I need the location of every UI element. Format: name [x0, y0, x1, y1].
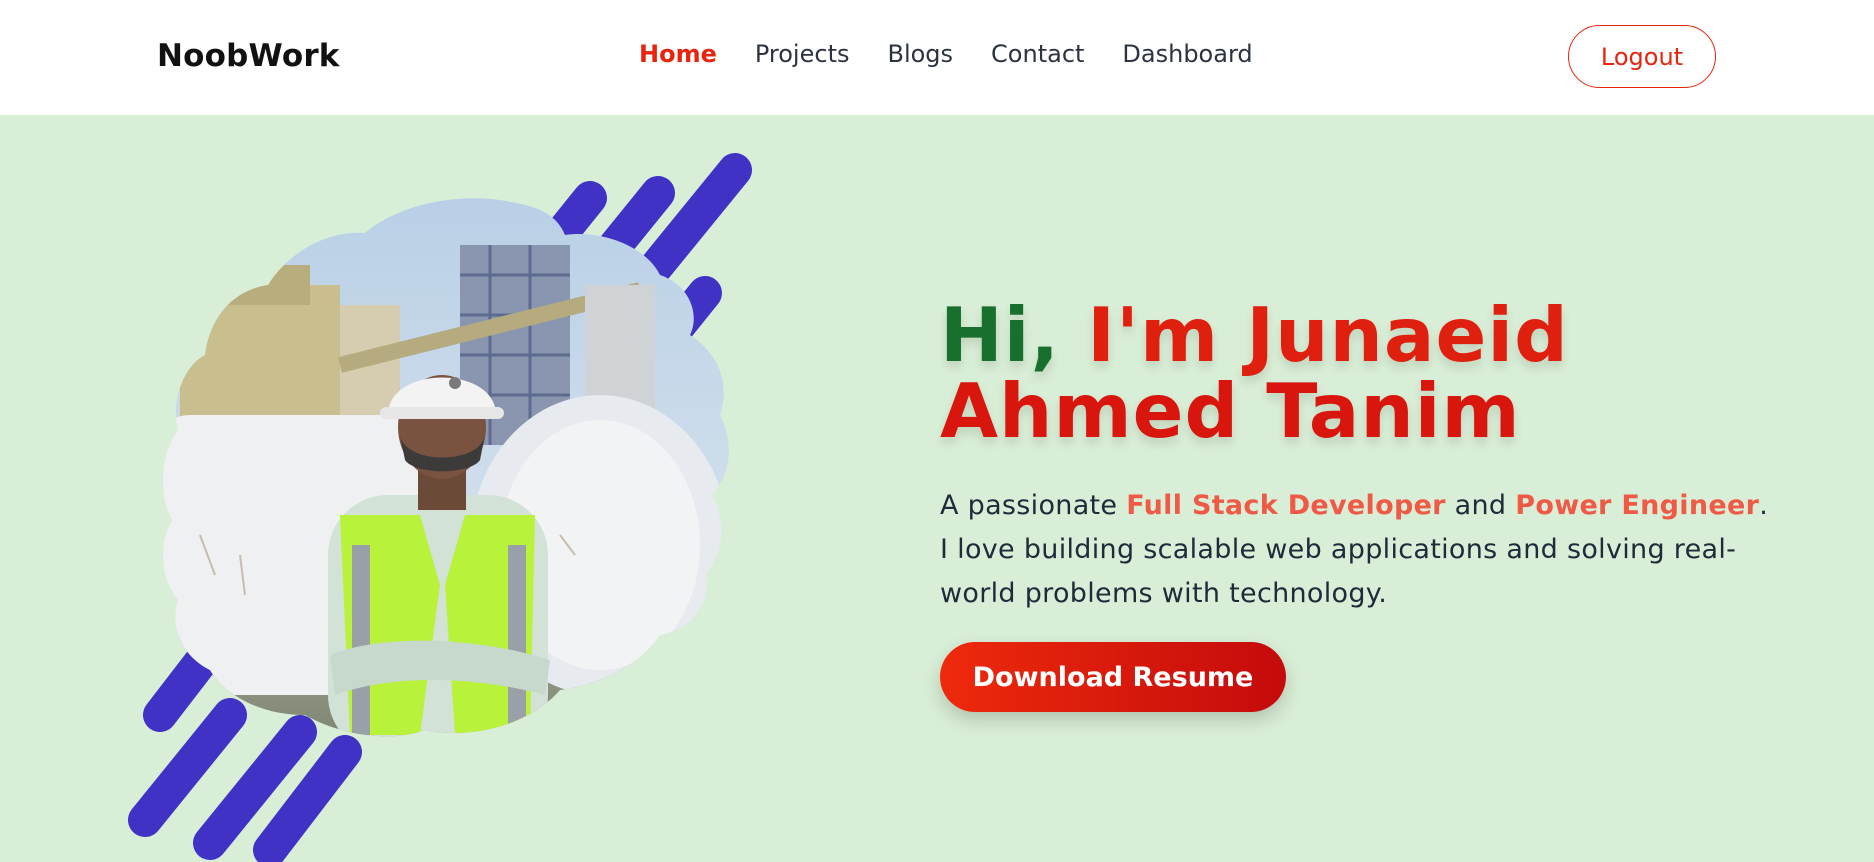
nav-link-home[interactable]: Home: [639, 40, 717, 68]
name-last: Ahmed Tanim: [940, 367, 1521, 455]
hero-title: Hi, I'm Junaeid Ahmed Tanim: [940, 297, 1770, 449]
nav-link-blogs[interactable]: Blogs: [887, 40, 953, 68]
main-nav: Home Projects Blogs Contact Dashboard: [639, 40, 1291, 68]
download-resume-button[interactable]: Download Resume: [940, 642, 1286, 712]
desc-prefix: A passionate: [940, 490, 1127, 521]
brand-logo[interactable]: NoobWork: [157, 38, 340, 74]
nav-link-dashboard[interactable]: Dashboard: [1122, 40, 1252, 68]
nav-link-contact[interactable]: Contact: [991, 40, 1084, 68]
nav-link-projects[interactable]: Projects: [755, 40, 850, 68]
hero-section: Hi, I'm Junaeid Ahmed Tanim A passionate…: [0, 115, 1874, 862]
logout-button[interactable]: Logout: [1568, 25, 1716, 88]
name-first: I'm Junaeid: [1087, 291, 1569, 379]
navbar: NoobWork Home Projects Blogs Contact Das…: [0, 0, 1874, 115]
highlight-full-stack: Full Stack Developer: [1126, 490, 1446, 521]
hero-content: Hi, I'm Junaeid Ahmed Tanim A passionate…: [940, 297, 1770, 712]
desc-mid: and: [1445, 490, 1516, 521]
hero-illustration: [128, 153, 752, 862]
hero-description: A passionate Full Stack Developer and Po…: [940, 484, 1770, 616]
greeting-text: Hi,: [940, 291, 1060, 379]
highlight-power-engineer: Power Engineer: [1515, 490, 1760, 521]
